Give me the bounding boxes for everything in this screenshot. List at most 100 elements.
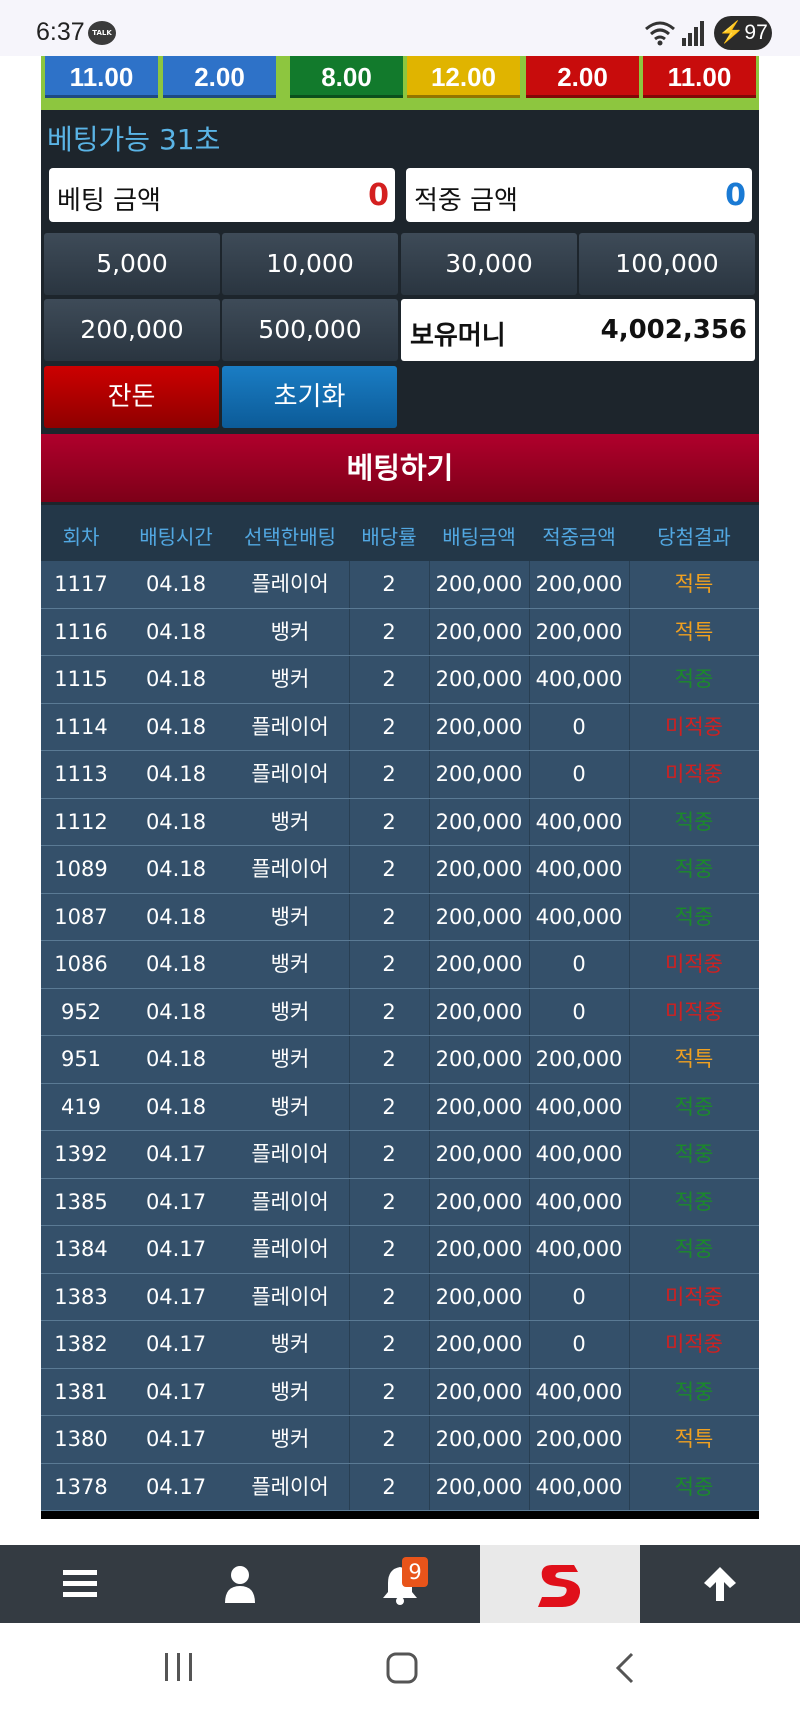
change-button[interactable]: 잔돈 — [44, 366, 219, 428]
column-separator — [429, 893, 430, 940]
column-separator — [529, 798, 530, 845]
cell-bet-amount: 200,000 — [435, 1427, 523, 1451]
column-separator — [349, 941, 350, 988]
cell-selection: 뱅커 — [270, 999, 310, 1024]
recent-apps-icon[interactable] — [162, 1651, 196, 1683]
bet-amount-value: 0 — [368, 178, 389, 213]
cell-bet-amount: 200,000 — [435, 1189, 523, 1214]
chip-10000-button[interactable]: 10,000 — [222, 233, 398, 295]
table-row: 1115 04.18 18:34 뱅커 2 200,000 400,000 적중 — [41, 656, 759, 737]
cell-win-amount: 0 — [572, 714, 586, 739]
cell-selection: 플레이어 — [251, 1284, 329, 1309]
odds-button-3[interactable]: 8.00 — [290, 56, 403, 98]
notifications-button[interactable] — [320, 1545, 480, 1623]
chip-30000-button[interactable]: 30,000 — [401, 233, 577, 295]
table-row: 1116 04.18 18:35 뱅커 2 200,000 200,000 적특 — [41, 608, 759, 690]
column-separator — [349, 1416, 350, 1463]
cell-round: 419 — [60, 1094, 102, 1119]
table-row: 1382 04.17 23:01 뱅커 2 200,000 0 미적중 — [41, 1321, 759, 1402]
table-row: 419 04.18 06:58 뱅커 2 200,000 400,000 적중 — [41, 1083, 759, 1165]
cell-round: 1392 — [54, 1142, 108, 1166]
back-icon[interactable] — [612, 1651, 638, 1685]
cell-time: 04.18 18:06 — [145, 904, 207, 975]
cell-time: 04.18 18:08 — [145, 857, 207, 927]
column-separator — [629, 846, 630, 893]
cell-time: 04.17 23:11 — [145, 1142, 207, 1212]
cell-selection: 뱅커 — [270, 904, 310, 929]
table-row: 952 04.18 15:51 뱅커 2 200,000 0 미적중 — [41, 988, 759, 1070]
menu-button[interactable] — [0, 1545, 160, 1623]
cell-odds: 2 — [382, 999, 396, 1024]
chip-200000-button[interactable]: 200,000 — [44, 299, 220, 361]
cell-odds: 2 — [382, 1284, 396, 1309]
battery-indicator: ⚡97 — [714, 16, 772, 50]
column-separator — [629, 703, 630, 750]
cell-selection: 뱅커 — [270, 667, 310, 691]
bottom-nav — [0, 1545, 800, 1623]
cell-selection: 뱅커 — [270, 952, 310, 976]
cell-win-amount: 400,000 — [535, 1094, 623, 1119]
cell-time: 04.18 15:51 — [145, 999, 207, 1070]
cell-odds: 2 — [382, 572, 396, 596]
column-separator — [429, 846, 430, 893]
column-separator — [349, 1368, 350, 1415]
cell-round: 951 — [60, 1047, 102, 1071]
place-bet-button[interactable]: 베팅하기 — [41, 434, 759, 502]
cell-round: 1115 — [54, 667, 108, 691]
cell-result: 적특 — [674, 619, 714, 644]
column-separator — [349, 1226, 350, 1273]
cell-win-amount: 200,000 — [535, 1427, 623, 1451]
column-separator — [429, 751, 430, 798]
cell-round: 1378 — [54, 1474, 108, 1499]
cell-round: 1380 — [54, 1427, 108, 1451]
cell-result: 적특 — [674, 572, 714, 596]
cell-round: 1089 — [54, 857, 108, 881]
table-row: 1113 04.18 18:32 플레이어 2 200,000 0 미적중 — [41, 751, 759, 832]
column-separator — [349, 1036, 350, 1083]
column-separator — [629, 988, 630, 1035]
cell-odds: 2 — [382, 1427, 396, 1451]
column-separator — [349, 1273, 350, 1320]
cell-win-amount: 400,000 — [535, 904, 623, 929]
odds-button-1[interactable]: 11.00 — [45, 56, 158, 98]
status-bar: 6:37 TALK ⚡97 — [0, 0, 800, 56]
odds-button-5[interactable]: 2.00 — [526, 56, 639, 98]
column-header-time: 배팅시간 — [139, 525, 213, 549]
table-row: 1384 04.17 23:03 플레이어 2 200,000 400,000 적중 — [41, 1226, 759, 1307]
cell-result: 적특 — [674, 1047, 714, 1071]
home-logo-button[interactable] — [480, 1545, 640, 1623]
cell-odds: 2 — [382, 714, 396, 739]
cell-bet-amount: 200,000 — [435, 999, 523, 1024]
odds-button-4[interactable]: 12.00 — [407, 56, 520, 98]
cell-win-amount: 400,000 — [535, 1189, 623, 1214]
home-icon[interactable] — [385, 1651, 419, 1685]
column-separator — [429, 561, 430, 608]
scroll-top-button[interactable] — [640, 1545, 800, 1623]
column-separator — [529, 703, 530, 750]
chip-500000-button[interactable]: 500,000 — [222, 299, 398, 361]
profile-button[interactable] — [160, 1545, 320, 1623]
cell-time: 04.18 18:32 — [145, 762, 207, 832]
odds-button-2[interactable]: 2.00 — [163, 56, 276, 98]
column-header-result: 당첨결과 — [657, 525, 731, 549]
column-separator — [349, 1131, 350, 1178]
column-separator — [629, 561, 630, 608]
cell-win-amount: 400,000 — [535, 857, 623, 881]
cell-round: 1384 — [54, 1237, 108, 1261]
reset-button[interactable]: 초기화 — [222, 366, 397, 428]
column-separator — [629, 1178, 630, 1225]
cell-bet-amount: 200,000 — [435, 952, 523, 976]
column-separator — [349, 1083, 350, 1130]
cell-time: 04.17 23:02 — [145, 1284, 207, 1355]
table-row: 1117 04.18 18:36 플레이어 2 200,000 200,000 적특 — [41, 561, 759, 642]
cell-win-amount: 400,000 — [535, 667, 623, 691]
cell-odds: 2 — [382, 1237, 396, 1261]
chip-5000-button[interactable]: 5,000 — [44, 233, 220, 295]
cell-odds: 2 — [382, 667, 396, 691]
chip-100000-button[interactable]: 100,000 — [579, 233, 755, 295]
cell-odds: 2 — [382, 1094, 396, 1119]
cell-bet-amount: 200,000 — [435, 1284, 523, 1309]
cell-time: 04.18 06:58 — [145, 1094, 207, 1165]
cell-round: 1112 — [54, 809, 108, 834]
odds-button-6[interactable]: 11.00 — [643, 56, 756, 98]
